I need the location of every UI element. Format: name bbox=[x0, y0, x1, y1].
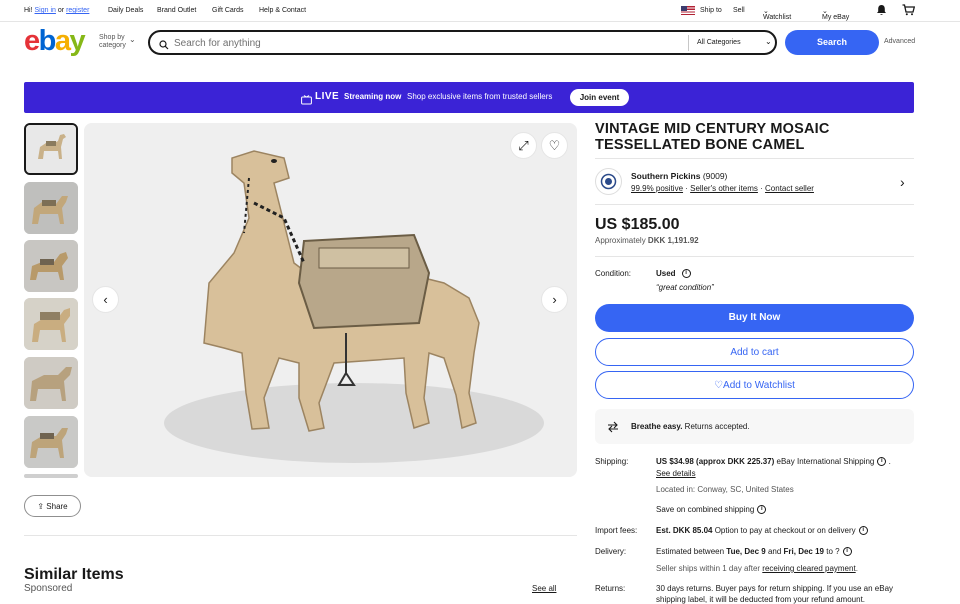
ship-to-link[interactable]: Ship to bbox=[700, 7, 722, 14]
sponsored-label: Sponsored bbox=[24, 583, 73, 594]
ebay-logo[interactable]: ebay bbox=[24, 27, 86, 56]
seller-name[interactable]: Southern Pickins (9009) bbox=[631, 171, 727, 181]
see-details-link[interactable]: See details bbox=[656, 469, 696, 478]
search-input[interactable]: Search for anything bbox=[174, 38, 261, 49]
join-event-button[interactable]: Join event bbox=[570, 89, 629, 106]
greeting: Hi! Sign in or register bbox=[24, 7, 90, 14]
returns-label: Returns: bbox=[595, 584, 626, 593]
info-icon[interactable]: i bbox=[681, 269, 691, 279]
condition-value: Used i bbox=[656, 269, 691, 279]
live-tv-icon bbox=[301, 92, 312, 110]
info-icon[interactable]: i bbox=[877, 457, 887, 467]
positive-feedback-link[interactable]: 99.9% positive bbox=[631, 184, 683, 193]
approx-price: Approximately DKK 1,191.92 bbox=[595, 236, 699, 245]
cart-icon[interactable] bbox=[902, 4, 916, 18]
thumbnail-2[interactable] bbox=[24, 182, 78, 234]
share-button[interactable]: ⇪ Share bbox=[24, 495, 81, 517]
divider bbox=[595, 204, 914, 205]
delivery-label: Delivery: bbox=[595, 547, 627, 556]
chevron-down-icon: ⌄ bbox=[765, 37, 772, 46]
next-image-button[interactable]: › bbox=[541, 286, 568, 313]
divider bbox=[595, 158, 914, 159]
seller-avatar[interactable] bbox=[595, 168, 622, 195]
my-ebay-link[interactable]: My eBay ⌄ bbox=[822, 7, 849, 21]
delivery-estimate: Estimated between Tue, Dec 9 and Fri, De… bbox=[656, 547, 852, 557]
returns-arrows-icon bbox=[607, 420, 619, 438]
price: US $185.00 bbox=[595, 216, 680, 233]
thumbnail-7[interactable] bbox=[24, 474, 78, 478]
returns-callout: Breathe easy. Returns accepted. bbox=[595, 409, 914, 444]
main-product-image[interactable]: ⤢ ♡ ‹ › bbox=[84, 123, 577, 477]
thumbnail-1[interactable] bbox=[24, 123, 78, 175]
condition-label: Condition: bbox=[595, 269, 632, 278]
watchlist-link[interactable]: Watchlist ⌄ bbox=[763, 7, 791, 21]
search-button[interactable]: Search bbox=[785, 30, 879, 55]
shop-by-category[interactable]: Shop by category ⌄ bbox=[99, 34, 136, 50]
live-banner[interactable]: LIVE Streaming now Shop exclusive items … bbox=[24, 82, 914, 113]
advanced-search-link[interactable]: Advanced bbox=[884, 38, 915, 45]
daily-deals-link[interactable]: Daily Deals bbox=[108, 7, 143, 14]
heart-icon: ♡ bbox=[714, 380, 724, 391]
register-link[interactable]: register bbox=[66, 7, 89, 14]
condition-note: “great condition” bbox=[656, 283, 714, 292]
thumbnail-4[interactable] bbox=[24, 298, 78, 350]
top-bar: Hi! Sign in or register Daily Deals Bran… bbox=[0, 0, 960, 22]
handling-time: Seller ships within 1 day after receivin… bbox=[656, 564, 858, 573]
info-icon[interactable]: i bbox=[757, 505, 767, 515]
us-flag-icon bbox=[681, 6, 695, 15]
chevron-right-icon[interactable]: › bbox=[900, 174, 905, 190]
share-icon: ⇪ bbox=[37, 502, 45, 511]
combined-shipping: Save on combined shipping i bbox=[656, 505, 767, 515]
buy-it-now-button[interactable]: Buy It Now bbox=[595, 304, 914, 332]
banner-text: Shop exclusive items from trusted seller… bbox=[407, 92, 553, 101]
returns-text-line-1: 30 days returns. Buyer pays for return s… bbox=[656, 584, 894, 593]
listing-title: VINTAGE MID CENTURY MOSAIC TESSELLATED B… bbox=[595, 121, 830, 153]
import-fees-value: Est. DKK 85.04 Option to pay at checkout… bbox=[656, 526, 868, 536]
previous-image-button[interactable]: ‹ bbox=[92, 286, 119, 313]
shipping-cost: US $34.98 (approx DKK 225.37) eBay Inter… bbox=[656, 457, 891, 467]
expand-icon[interactable]: ⤢ bbox=[510, 132, 537, 159]
sellers-other-items-link[interactable]: Seller's other items bbox=[690, 184, 758, 193]
contact-seller-link[interactable]: Contact seller bbox=[765, 184, 814, 193]
import-fees-label: Import fees: bbox=[595, 526, 638, 535]
add-to-watchlist-button[interactable]: ♡Add to Watchlist bbox=[595, 371, 914, 399]
sell-link[interactable]: Sell bbox=[733, 7, 745, 14]
thumbnail-6[interactable] bbox=[24, 416, 78, 468]
search-icon bbox=[159, 37, 169, 55]
divider bbox=[24, 535, 577, 536]
help-contact-link[interactable]: Help & Contact bbox=[259, 7, 306, 14]
chevron-down-icon: ⌄ bbox=[129, 35, 136, 44]
search-bar: Search for anything All Categories ⌄ bbox=[148, 30, 777, 55]
similar-items-heading: Similar Items bbox=[24, 566, 124, 583]
thumbnail-5[interactable] bbox=[24, 357, 78, 409]
streaming-label: Streaming now bbox=[344, 92, 402, 101]
camel-photo bbox=[84, 123, 577, 477]
info-icon[interactable]: i bbox=[842, 547, 852, 557]
info-icon[interactable]: i bbox=[858, 526, 868, 536]
add-to-cart-button[interactable]: Add to cart bbox=[595, 338, 914, 366]
brand-outlet-link[interactable]: Brand Outlet bbox=[157, 7, 196, 14]
heart-icon[interactable]: ♡ bbox=[541, 132, 568, 159]
seller-links: 99.9% positive · Seller's other items · … bbox=[631, 184, 814, 193]
gift-cards-link[interactable]: Gift Cards bbox=[212, 7, 244, 14]
notification-bell-icon[interactable] bbox=[876, 4, 887, 18]
item-location: Located in: Conway, SC, United States bbox=[656, 485, 794, 494]
thumbnail-3[interactable] bbox=[24, 240, 78, 292]
divider bbox=[595, 256, 914, 257]
see-all-link[interactable]: See all bbox=[532, 584, 556, 593]
shipping-label: Shipping: bbox=[595, 457, 629, 466]
category-select[interactable]: All Categories ⌄ bbox=[688, 35, 774, 51]
cleared-payment-link[interactable]: receiving cleared payment bbox=[762, 564, 855, 573]
live-label: LIVE bbox=[315, 91, 340, 102]
sign-in-link[interactable]: Sign in bbox=[35, 7, 56, 14]
